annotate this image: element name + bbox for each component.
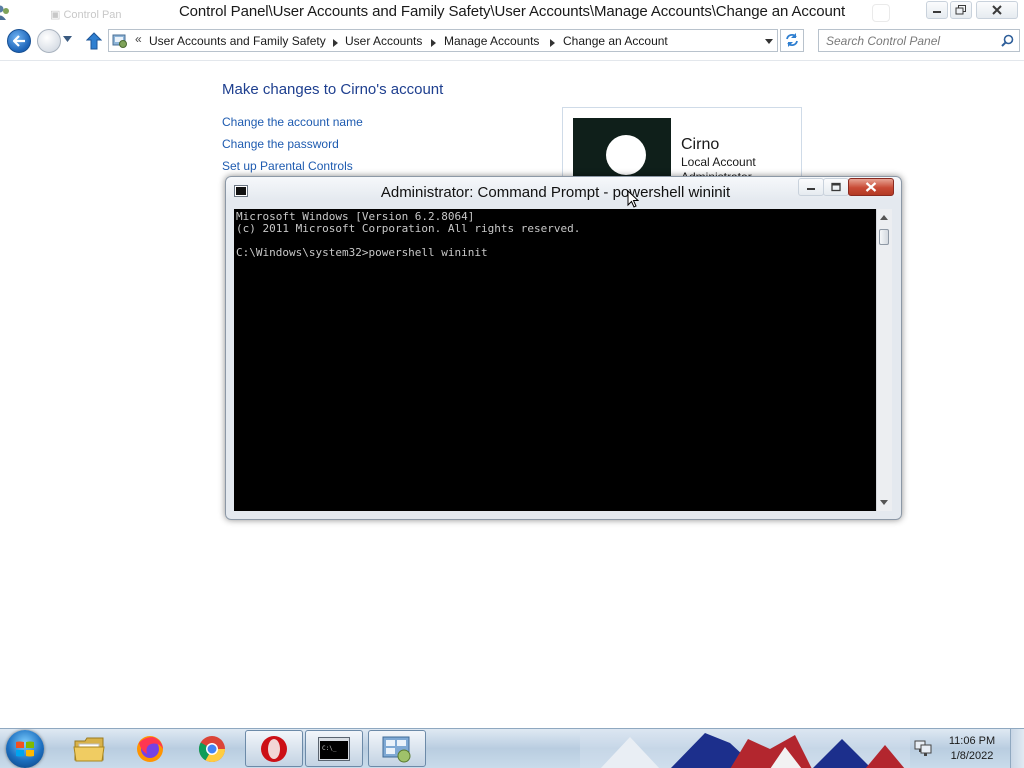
scroll-up-arrow-icon[interactable] [880, 215, 888, 220]
clock[interactable]: 11:06 PM 1/8/2022 [938, 734, 1006, 764]
control-panel-icon [382, 736, 411, 762]
refresh-icon [786, 33, 798, 47]
console-text: Microsoft Windows [Version 6.2.8064] (c)… [236, 211, 580, 259]
restore-icon [955, 5, 966, 15]
close-icon [992, 5, 1002, 15]
account-type: Local Account [681, 155, 756, 169]
taskbar-opera[interactable] [245, 730, 303, 767]
start-button[interactable] [6, 730, 44, 768]
opera-icon [261, 735, 287, 762]
breadcrumb-user-accounts[interactable]: User Accounts [345, 34, 422, 48]
clock-date: 1/8/2022 [950, 750, 994, 762]
firefox-icon [137, 735, 163, 762]
up-arrow-icon[interactable] [86, 32, 102, 50]
taskbar: C:\_ 11:06 PM 1/8/2022 [0, 728, 1024, 768]
breadcrumb-user-accounts-and-family-safety[interactable]: User Accounts and Family Safety [149, 34, 326, 48]
breadcrumb-change-an-account[interactable]: Change an Account [563, 34, 668, 48]
search-input[interactable] [819, 30, 997, 51]
search-box [818, 29, 1020, 52]
clock-time: 11:06 PM [948, 735, 996, 747]
cmd-minimize-button[interactable] [798, 178, 824, 196]
avatar [606, 135, 646, 175]
parental-controls-link[interactable]: Set up Parental Controls [222, 159, 353, 173]
command-prompt-window[interactable]: Administrator: Command Prompt - powershe… [225, 176, 902, 520]
window-title: Control Panel\User Accounts and Family S… [178, 3, 846, 20]
restore-button[interactable] [950, 1, 972, 19]
forward-button[interactable] [37, 29, 61, 53]
cmd-icon: C:\_ [318, 736, 350, 761]
breadcrumb-arrow-icon[interactable] [431, 39, 436, 47]
control-panel-icon [112, 34, 127, 48]
address-bar[interactable]: « User Accounts and Family Safety User A… [108, 29, 778, 52]
taskbar-firefox[interactable] [121, 730, 179, 767]
network-icon[interactable] [914, 739, 932, 757]
taskbar-control-panel[interactable] [368, 730, 426, 767]
taskbar-explorer[interactable] [60, 730, 118, 767]
mouse-cursor-icon [627, 190, 639, 208]
cmd-maximize-button[interactable] [823, 178, 849, 196]
control-panel-titlebar: ▣ Control Pan Control Panel\User Account… [0, 0, 1024, 24]
console-output[interactable]: Microsoft Windows [Version 6.2.8064] (c)… [234, 209, 876, 511]
console-line: (c) 2011 Microsoft Corporation. All righ… [236, 222, 581, 235]
taskbar-command-prompt[interactable]: C:\_ [305, 730, 363, 767]
show-desktop-button[interactable] [1010, 729, 1024, 768]
breadcrumb-manage-accounts[interactable]: Manage Accounts [444, 34, 539, 48]
search-icon[interactable] [1001, 34, 1014, 47]
breadcrumb-arrow-icon[interactable] [550, 39, 555, 47]
back-arrow-icon [13, 35, 25, 47]
vertical-scrollbar[interactable] [876, 209, 892, 511]
recent-pages-chevron-down-icon[interactable] [63, 36, 72, 42]
breadcrumb-arrow-icon[interactable] [333, 39, 338, 47]
scroll-thumb[interactable] [879, 229, 889, 245]
svg-text:C:\_: C:\_ [322, 745, 337, 752]
minimize-button[interactable] [926, 1, 948, 19]
change-account-name-link[interactable]: Change the account name [222, 115, 363, 129]
navigation-bar: « User Accounts and Family Safety User A… [0, 24, 1024, 61]
cmd-close-button[interactable] [848, 178, 894, 196]
address-dropdown-chevron-down-icon[interactable] [765, 39, 773, 44]
minimize-icon [933, 11, 941, 13]
minimize-icon [807, 188, 815, 190]
change-password-link[interactable]: Change the password [222, 137, 339, 151]
refresh-button[interactable] [780, 29, 804, 52]
close-button[interactable] [976, 1, 1018, 19]
taskbar-chrome[interactable] [183, 730, 241, 767]
explorer-icon [73, 737, 105, 761]
wallpaper-fragment [580, 729, 910, 768]
scroll-down-arrow-icon[interactable] [880, 500, 888, 505]
maximize-icon [831, 182, 841, 192]
chrome-icon [198, 735, 226, 762]
windows-logo-icon [16, 741, 34, 757]
close-icon [865, 182, 877, 192]
back-button[interactable] [7, 29, 31, 53]
account-name: Cirno [681, 136, 720, 153]
console-line: C:\Windows\system32>powershell wininit [236, 246, 488, 259]
breadcrumb-overflow[interactable]: « [135, 32, 142, 46]
page-title: Make changes to Cirno's account [222, 81, 444, 98]
